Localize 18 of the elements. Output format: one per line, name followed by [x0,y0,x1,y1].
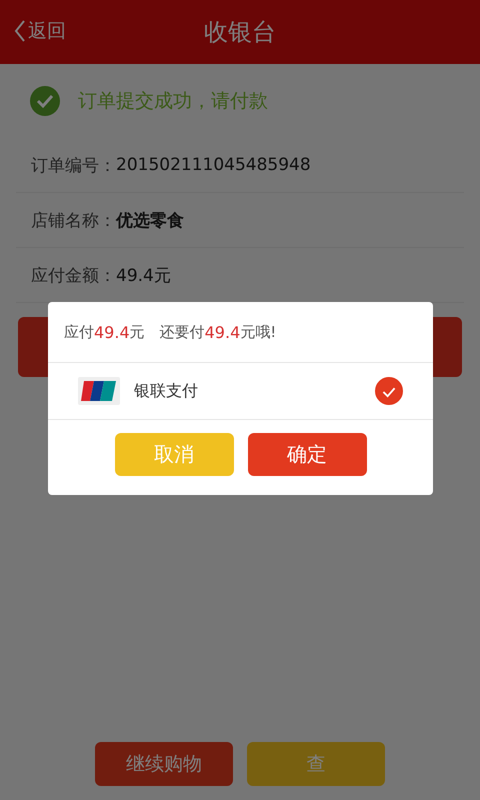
field-value: 优选零食 [116,210,184,232]
field-label: 应付金额： [31,264,116,286]
dialog-button[interactable]: 取消 [114,433,234,476]
status-message: 订单提交成功，请付款 [78,89,268,114]
payment-method[interactable]: 银联支付 [48,363,433,420]
payment-summary: 应付49.4元 还要付49.4元哦! [48,302,433,363]
field-value: 201502111045485948 [116,155,311,175]
radio-check[interactable] [375,377,403,405]
field-label: 店铺名称： [31,210,116,232]
page-title: 收银台 [204,17,276,48]
field-value: 49.4元 [116,264,171,286]
field-label: 订单编号： [31,154,116,176]
back-button[interactable]: 返回 [14,18,66,44]
method-name: 银联支付 [134,380,199,402]
bottom-button[interactable]: 继续购物 [95,742,233,786]
dialog-button[interactable]: 确定 [248,433,366,476]
check-icon [30,86,60,116]
card-logo-icon [78,377,120,405]
